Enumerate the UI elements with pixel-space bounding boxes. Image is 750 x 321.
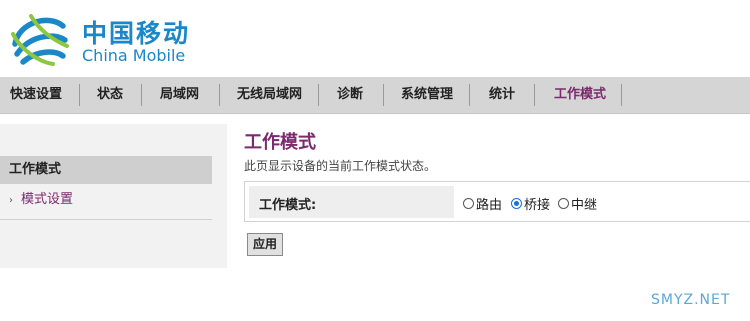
brand-logo: 中国移动 China Mobile — [9, 10, 189, 68]
header: 中国移动 China Mobile — [0, 0, 750, 77]
sidebar: 工作模式 › 模式设置 — [0, 124, 227, 268]
nav-item-statistics[interactable]: 统计 — [489, 77, 515, 113]
radio-router-label: 路由 — [476, 198, 503, 213]
sidebar-heading: 工作模式 — [0, 156, 212, 184]
watermark: SMYZ.NET — [651, 292, 731, 308]
nav-separator — [383, 84, 384, 106]
nav-item-status[interactable]: 状态 — [97, 77, 123, 113]
nav-separator — [469, 84, 470, 106]
work-mode-label: 工作模式: — [259, 198, 317, 213]
radio-bridge[interactable]: 桥接 — [511, 194, 550, 213]
radio-repeater-label: 中继 — [571, 198, 598, 213]
sidebar-item-label: 模式设置 — [21, 192, 74, 207]
nav-separator — [534, 84, 535, 106]
work-mode-form: 工作模式: 路由 桥接 中继 — [244, 181, 750, 222]
nav-item-work-mode[interactable]: 工作模式 — [554, 77, 606, 113]
nav-separator — [219, 84, 220, 106]
form-label-cell: 工作模式: — [249, 186, 454, 218]
nav-item-system-management[interactable]: 系统管理 — [401, 77, 453, 113]
sidebar-divider — [0, 219, 212, 220]
page-title: 工作模式 — [244, 132, 316, 153]
chevron-right-icon: › — [9, 195, 13, 206]
nav-separator — [79, 84, 80, 106]
nav-item-diagnostics[interactable]: 诊断 — [337, 77, 363, 113]
nav-item-wlan[interactable]: 无线局域网 — [237, 77, 302, 113]
radio-repeater-circle[interactable] — [558, 198, 569, 209]
brand-name-cn: 中国移动 — [82, 19, 191, 48]
nav-item-quick-setup[interactable]: 快速设置 — [10, 77, 62, 113]
nav-separator — [621, 84, 622, 106]
china-mobile-swirl-icon — [11, 14, 69, 66]
radio-bridge-circle[interactable] — [511, 198, 522, 209]
brand-name-en: China Mobile — [82, 46, 186, 65]
radio-router[interactable]: 路由 — [463, 194, 502, 213]
radio-repeater[interactable]: 中继 — [558, 194, 597, 213]
nav-separator — [141, 84, 142, 106]
top-nav: 快速设置 状态 局域网 无线局域网 诊断 系统管理 统计 工作模式 — [0, 77, 750, 114]
nav-item-lan[interactable]: 局域网 — [160, 77, 199, 113]
page-description: 此页显示设备的当前工作模式状态。 — [244, 159, 437, 173]
apply-button[interactable]: 应用 — [247, 233, 283, 256]
radio-bridge-label: 桥接 — [524, 198, 551, 213]
radio-router-circle[interactable] — [463, 198, 474, 209]
nav-separator — [318, 84, 319, 106]
sidebar-item-mode-settings[interactable]: › 模式设置 — [0, 188, 212, 212]
work-mode-options: 路由 桥接 中继 — [457, 186, 750, 218]
